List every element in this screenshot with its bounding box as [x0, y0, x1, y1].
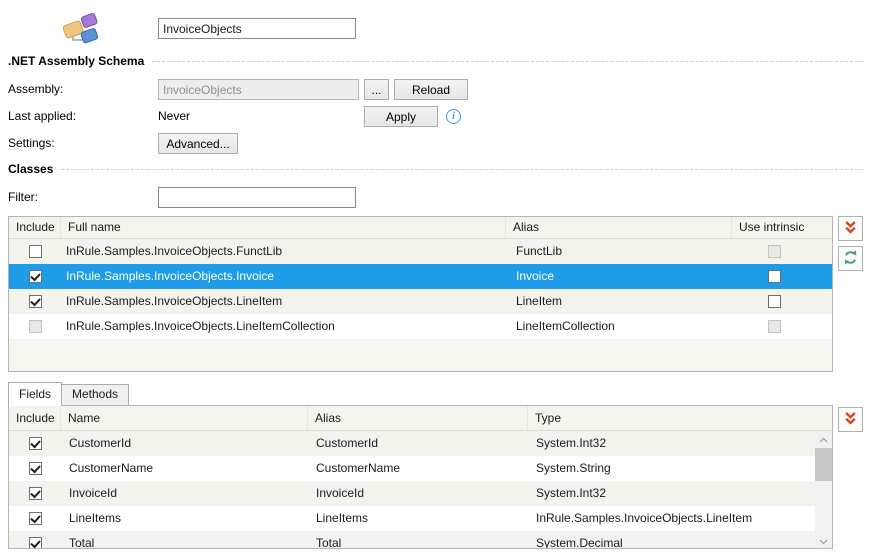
section-divider [152, 61, 863, 62]
assembly-label: Assembly: [8, 82, 63, 96]
last-applied-value: Never [158, 109, 190, 123]
red-double-chevron-icon [842, 410, 859, 430]
field-row[interactable]: Total Total System.Decimal [9, 531, 832, 549]
class-row[interactable]: InRule.Samples.InvoiceObjects.Invoice In… [9, 264, 832, 289]
field-row[interactable]: LineItems LineItems InRule.Samples.Invoi… [9, 506, 832, 531]
include-checkbox[interactable] [29, 462, 42, 475]
tab-fields[interactable]: Fields [8, 382, 62, 406]
scroll-down-button[interactable] [815, 533, 832, 548]
reload-button[interactable]: Reload [394, 79, 468, 100]
assembly-cubes-icon [60, 8, 100, 49]
use-intrinsic-checkbox[interactable] [768, 295, 781, 308]
browse-button[interactable]: ... [364, 79, 389, 100]
scroll-up-icon [819, 432, 828, 446]
section-divider [61, 169, 863, 170]
include-checkbox[interactable] [29, 512, 42, 525]
field-type: System.Int32 [528, 431, 832, 456]
column-header-include[interactable]: Include [9, 217, 61, 238]
scrollbar-track[interactable] [815, 446, 832, 533]
class-full-name: InRule.Samples.InvoiceObjects.LineItem [61, 289, 506, 314]
class-full-name: InRule.Samples.InvoiceObjects.Invoice [61, 264, 506, 289]
field-name: CustomerId [61, 431, 308, 456]
class-row[interactable]: InRule.Samples.InvoiceObjects.LineItem L… [9, 289, 832, 314]
scrollbar-thumb[interactable] [815, 448, 832, 481]
filter-label: Filter: [8, 190, 38, 204]
field-alias: CustomerId [308, 431, 528, 456]
column-header-include[interactable]: Include [9, 406, 61, 430]
field-type: System.Decimal [528, 531, 832, 549]
assembly-section-title: .NET Assembly Schema [8, 54, 144, 68]
column-header-type[interactable]: Type [528, 406, 832, 430]
tab-methods[interactable]: Methods [61, 384, 129, 405]
refresh-icon [842, 249, 859, 269]
class-row[interactable]: InRule.Samples.InvoiceObjects.LineItemCo… [9, 314, 832, 339]
check-all-classes-button[interactable] [838, 216, 863, 241]
field-row[interactable]: InvoiceId InvoiceId System.Int32 [9, 481, 832, 506]
include-checkbox[interactable] [29, 487, 42, 500]
column-header-use-intrinsic[interactable]: Use intrinsic [732, 217, 832, 238]
apply-button[interactable]: Apply [364, 106, 438, 127]
column-header-alias[interactable]: Alias [506, 217, 732, 238]
use-intrinsic-checkbox [768, 245, 781, 258]
class-alias: FunctLib [506, 239, 732, 264]
fields-table-header: Include Name Alias Type [9, 406, 832, 431]
column-header-full-name[interactable]: Full name [61, 217, 506, 238]
class-full-name: InRule.Samples.InvoiceObjects.FunctLib [61, 239, 506, 264]
classes-table: Include Full name Alias Use intrinsic In… [8, 216, 833, 372]
field-row[interactable]: CustomerId CustomerId System.Int32 [9, 431, 832, 456]
refresh-classes-button[interactable] [838, 246, 863, 271]
fields-table: Include Name Alias Type CustomerId Custo… [8, 405, 833, 549]
field-type: System.String [528, 456, 832, 481]
include-checkbox[interactable] [29, 270, 42, 283]
class-full-name: InRule.Samples.InvoiceObjects.LineItemCo… [61, 314, 506, 339]
column-header-alias[interactable]: Alias [308, 406, 528, 430]
last-applied-label: Last applied: [8, 109, 76, 123]
field-name: InvoiceId [61, 481, 308, 506]
schema-name-input[interactable] [158, 18, 356, 39]
field-name: Total [61, 531, 308, 549]
classes-section-header: Classes [8, 162, 863, 176]
class-alias: LineItemCollection [506, 314, 732, 339]
include-checkbox[interactable] [29, 537, 42, 549]
use-intrinsic-checkbox [768, 320, 781, 333]
check-all-fields-button[interactable] [838, 407, 863, 432]
class-alias: Invoice [506, 264, 732, 289]
use-intrinsic-checkbox[interactable] [768, 270, 781, 283]
scroll-down-icon [819, 534, 828, 548]
info-icon[interactable]: i [446, 109, 461, 124]
include-checkbox[interactable] [29, 437, 42, 450]
advanced-button[interactable]: Advanced... [158, 133, 238, 154]
filter-input[interactable] [158, 187, 356, 208]
classes-table-header: Include Full name Alias Use intrinsic [9, 217, 832, 239]
classes-section-title: Classes [8, 162, 53, 176]
class-alias: LineItem [506, 289, 732, 314]
settings-label: Settings: [8, 136, 55, 150]
include-checkbox [29, 320, 42, 333]
class-row[interactable]: InRule.Samples.InvoiceObjects.FunctLib F… [9, 239, 832, 264]
field-name: CustomerName [61, 456, 308, 481]
field-row[interactable]: CustomerName CustomerName System.String [9, 456, 832, 481]
red-double-chevron-icon [842, 219, 859, 239]
field-alias: InvoiceId [308, 481, 528, 506]
field-alias: LineItems [308, 506, 528, 531]
scroll-up-button[interactable] [815, 431, 832, 446]
field-alias: CustomerName [308, 456, 528, 481]
assembly-schema-editor: .NET Assembly Schema Assembly: ... Reloa… [0, 0, 871, 555]
field-type: System.Int32 [528, 481, 832, 506]
field-name: LineItems [61, 506, 308, 531]
field-type: InRule.Samples.InvoiceObjects.LineItem [528, 506, 832, 531]
column-header-name[interactable]: Name [61, 406, 308, 430]
include-checkbox[interactable] [29, 245, 42, 258]
fields-table-scrollbar[interactable] [815, 431, 832, 548]
assembly-path-input [158, 79, 359, 100]
assembly-section-header: .NET Assembly Schema [8, 54, 863, 68]
include-checkbox[interactable] [29, 295, 42, 308]
field-alias: Total [308, 531, 528, 549]
classes-table-empty-area [9, 339, 832, 371]
